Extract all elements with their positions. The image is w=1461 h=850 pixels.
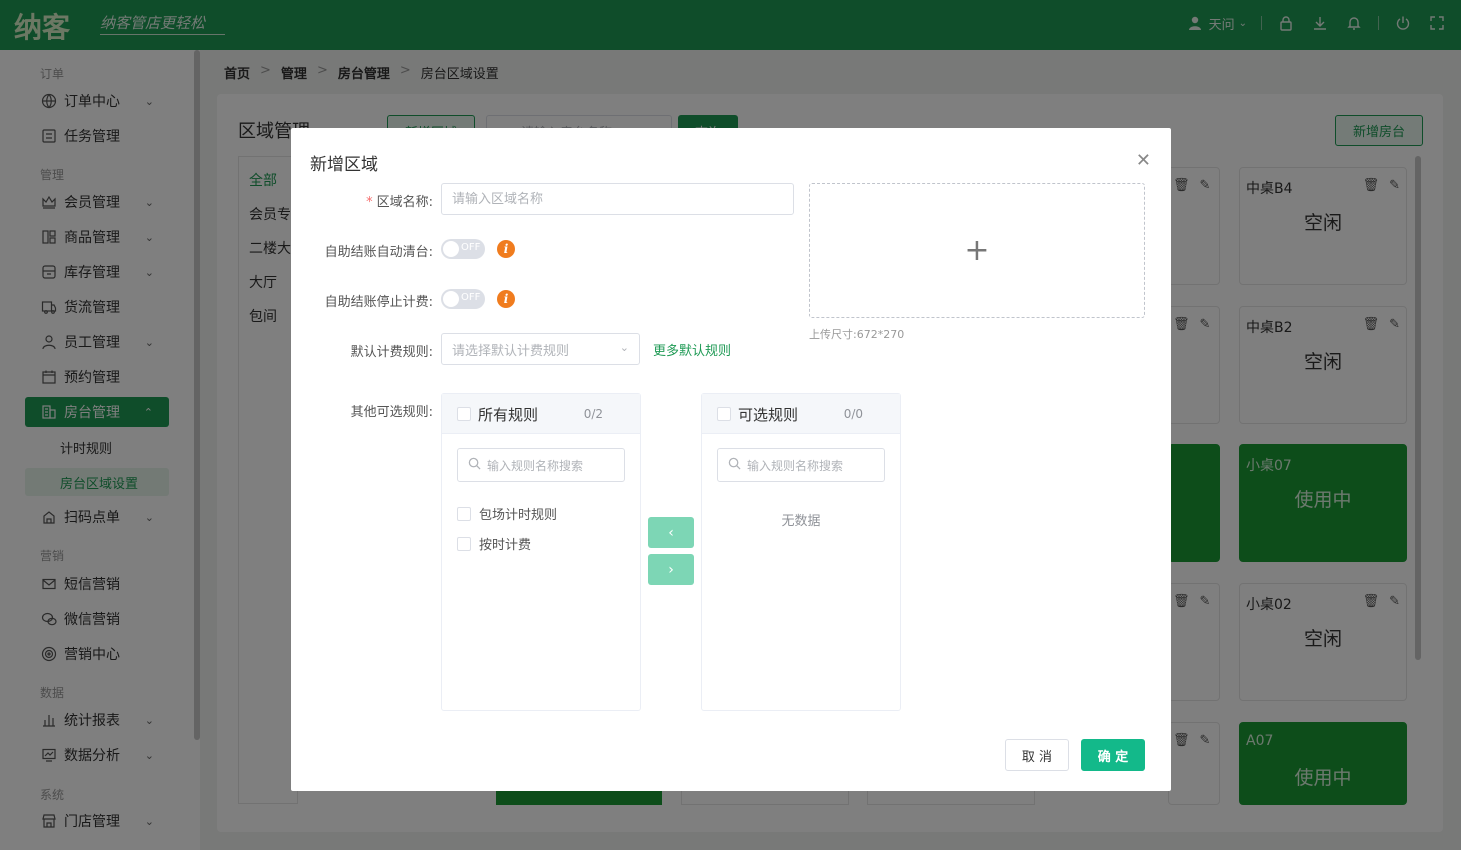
transfer-header: 所有规则 0/2 [442,394,640,434]
upload-size-hint: 上传尺寸:672*270 [809,328,905,341]
switch-knob [443,241,459,257]
move-left-button[interactable]: ‹ [648,517,694,548]
search-icon [728,457,741,473]
auto-clear-label: 自助结账自动清台: [324,245,433,260]
rule-checkbox[interactable] [457,506,471,521]
move-right-button[interactable]: › [648,554,694,585]
transfer-count: 0/2 [583,407,603,421]
add-area-dialog: 新增区域 ✕ *区域名称: 自助结账自动清台: OFF i 自助结账停止计费: … [291,128,1171,791]
transfer-count: 0/0 [843,407,863,421]
default-rule-select[interactable]: 请选择默认计费规则 ⌄ [441,333,640,365]
rule-checkbox[interactable] [457,536,471,551]
plus-icon: + [964,233,990,268]
other-rules-label: 其他可选规则: [350,405,433,420]
select-all-checkbox[interactable] [457,407,471,421]
auto-clear-switch[interactable]: OFF [441,239,485,259]
confirm-button[interactable]: 确 定 [1081,739,1145,771]
area-name-label: * 区域名称: [366,195,433,210]
area-name-input[interactable] [441,183,794,215]
empty-text: 无数据 [781,514,821,529]
select-all-checkbox[interactable] [717,407,731,421]
chevron-right-icon: › [668,561,674,578]
search-icon [468,457,481,473]
rule-option[interactable]: 按时计费 [457,534,531,553]
transfer-source-panel: 所有规则 0/2 输入规则名称搜索 包场计时规则 按时计费 [441,393,641,711]
stop-billing-label: 自助结账停止计费: [324,295,433,310]
default-rule-label: 默认计费规则: [350,345,433,360]
transfer-header: 可选规则 0/0 [702,394,900,434]
search-placeholder: 输入规则名称搜索 [487,458,584,473]
rule-option[interactable]: 包场计时规则 [457,504,557,523]
select-placeholder: 请选择默认计费规则 [452,343,570,359]
transfer-search-input[interactable]: 输入规则名称搜索 [717,448,885,482]
rule-label: 包场计时规则 [479,508,558,523]
info-icon[interactable]: i [497,290,515,308]
switch-knob [443,291,459,307]
close-icon[interactable]: ✕ [1136,150,1151,171]
search-placeholder: 输入规则名称搜索 [747,458,844,473]
dialog-title: 新增区域 [310,155,378,175]
more-rules-link[interactable]: 更多默认规则 [653,340,731,359]
required-mark: * [366,195,373,210]
chevron-down-icon: ⌄ [619,341,629,354]
transfer-title: 所有规则 [478,406,539,424]
image-upload[interactable]: + [809,183,1145,318]
rule-label: 按时计费 [479,538,532,553]
transfer-title: 可选规则 [738,406,799,424]
chevron-left-icon: ‹ [668,524,674,541]
cancel-button[interactable]: 取 消 [1005,739,1069,771]
transfer-target-panel: 可选规则 0/0 输入规则名称搜索 无数据 [701,393,901,711]
transfer-search-input[interactable]: 输入规则名称搜索 [457,448,625,482]
switch-state: OFF [461,292,481,303]
switch-state: OFF [461,242,481,253]
info-icon[interactable]: i [497,240,515,258]
stop-billing-switch[interactable]: OFF [441,289,485,309]
